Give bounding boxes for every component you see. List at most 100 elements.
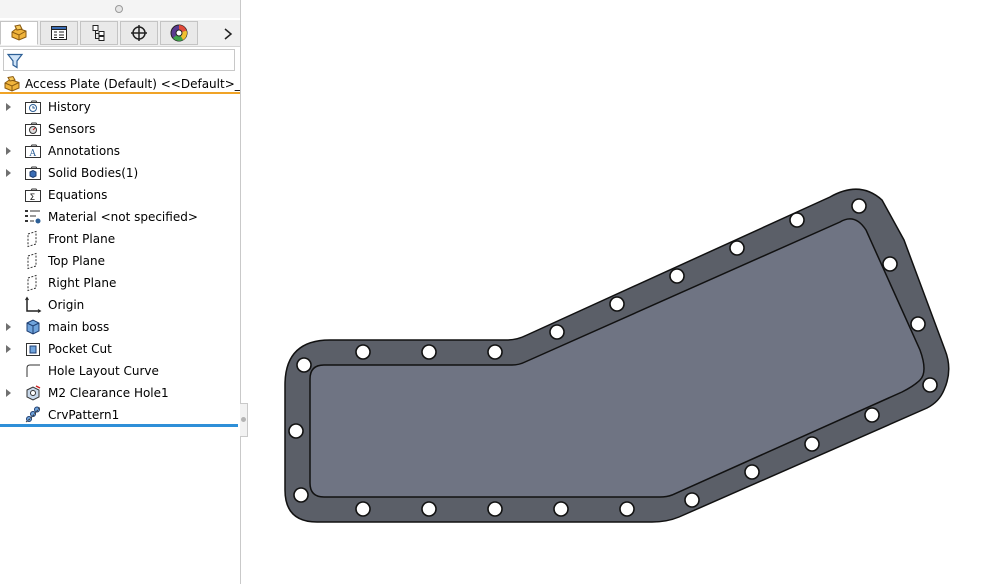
tree-node-material-not-specified[interactable]: Material <not specified>: [0, 206, 240, 228]
clearance-hole[interactable]: [789, 212, 805, 228]
clearance-hole[interactable]: [293, 487, 309, 503]
solid-bodies-folder-icon: [25, 166, 41, 180]
clearance-hole[interactable]: [421, 501, 437, 517]
tree-node-label: Pocket Cut: [48, 342, 112, 356]
hole-wizard-icon: [26, 385, 41, 401]
tree-node-top-plane[interactable]: Top Plane: [0, 250, 240, 272]
feature-tree-filter[interactable]: [3, 49, 235, 71]
history-folder-icon: [25, 100, 41, 114]
dimxpert-manager-tab-icon: [131, 25, 147, 41]
clearance-hole[interactable]: [804, 436, 820, 452]
clearance-hole[interactable]: [669, 268, 685, 284]
boss-extrude-icon: [26, 319, 40, 335]
svg-text:A: A: [29, 149, 37, 159]
clearance-hole[interactable]: [684, 492, 700, 508]
clearance-hole[interactable]: [487, 501, 503, 517]
clearance-hole[interactable]: [355, 501, 371, 517]
feature-manager-panel: Access Plate (Default) <<Default>_Displa…: [0, 0, 241, 584]
tree-node-sensors[interactable]: Sensors: [0, 118, 240, 140]
tree-node-label: main boss: [48, 320, 110, 334]
plane-icon: [27, 252, 37, 270]
clearance-hole[interactable]: [851, 198, 867, 214]
origin-icon: [25, 296, 42, 313]
drag-handle-dot: [115, 5, 123, 13]
clearance-hole[interactable]: [744, 464, 760, 480]
tree-node-label: History: [48, 100, 91, 114]
chevron-right-icon: [224, 28, 233, 40]
display-manager-tab[interactable]: [160, 21, 198, 45]
configuration-manager-tab[interactable]: [80, 21, 118, 45]
clearance-hole[interactable]: [729, 240, 745, 256]
plane-icon: [27, 274, 37, 292]
part-root-node[interactable]: Access Plate (Default) <<Default>_Displa…: [0, 74, 240, 94]
clearance-hole[interactable]: [910, 316, 926, 332]
svg-text:Σ: Σ: [30, 193, 36, 203]
tree-node-label: Right Plane: [48, 276, 117, 290]
display-manager-tab-icon: [170, 24, 188, 42]
expand-arrow-icon[interactable]: [6, 323, 11, 331]
clearance-hole[interactable]: [864, 407, 880, 423]
tree-node-label: Solid Bodies(1): [48, 166, 139, 180]
graphics-area[interactable]: [242, 0, 998, 584]
tree-node-label: Hole Layout Curve: [48, 364, 159, 378]
tree-node-label: CrvPattern1: [48, 408, 120, 422]
property-manager-tab-icon: [51, 26, 67, 40]
expand-arrow-icon[interactable]: [6, 345, 11, 353]
tree-node-solid-bodies-1[interactable]: Solid Bodies(1): [0, 162, 240, 184]
tree-node-annotations[interactable]: A Annotations: [0, 140, 240, 162]
expand-arrow-icon[interactable]: [6, 103, 11, 111]
tree-node-hole-layout-curve[interactable]: Hole Layout Curve: [0, 360, 240, 382]
clearance-hole[interactable]: [922, 377, 938, 393]
tree-node-label: Top Plane: [48, 254, 105, 268]
tree-node-m2-clearance-hole1[interactable]: M2 Clearance Hole1: [0, 382, 240, 404]
clearance-hole[interactable]: [355, 344, 371, 360]
curve-pattern-icon: [25, 406, 41, 423]
plane-icon: [27, 230, 37, 248]
sensors-folder-icon: [25, 122, 41, 136]
configuration-manager-tab-icon: [92, 25, 105, 41]
rollback-bar[interactable]: [0, 424, 238, 427]
clearance-hole[interactable]: [619, 501, 635, 517]
tree-node-label: Material <not specified>: [48, 210, 198, 224]
cut-extrude-icon: [26, 343, 40, 356]
tab-scroll-right-button[interactable]: [218, 23, 238, 45]
expand-arrow-icon[interactable]: [6, 169, 11, 177]
feature-tree: History Sensors A Annotations Solid Bodies(1…: [0, 96, 240, 426]
property-manager-tab[interactable]: [40, 21, 78, 45]
clearance-hole[interactable]: [421, 344, 437, 360]
tree-node-main-boss[interactable]: main boss: [0, 316, 240, 338]
expand-arrow-icon[interactable]: [6, 147, 11, 155]
expand-arrow-icon[interactable]: [6, 389, 11, 397]
clearance-hole[interactable]: [882, 256, 898, 272]
tree-node-equations[interactable]: Σ Equations: [0, 184, 240, 206]
dimxpert-manager-tab[interactable]: [120, 21, 158, 45]
clearance-hole[interactable]: [553, 501, 569, 517]
manager-tab-bar: [0, 20, 240, 47]
tree-node-label: Sensors: [48, 122, 96, 136]
tree-node-label: Equations: [48, 188, 108, 202]
tree-node-origin[interactable]: Origin: [0, 294, 240, 316]
tree-node-history[interactable]: History: [0, 96, 240, 118]
clearance-hole[interactable]: [288, 423, 304, 439]
part-root-label: Access Plate (Default) <<Default>_Displa…: [25, 77, 240, 91]
part-icon: [4, 75, 20, 92]
tree-node-label: M2 Clearance Hole1: [48, 386, 169, 400]
material-icon: [25, 210, 41, 224]
tree-node-pocket-cut[interactable]: Pocket Cut: [0, 338, 240, 360]
clearance-hole[interactable]: [487, 344, 503, 360]
clearance-hole[interactable]: [549, 324, 565, 340]
feature-manager-tab-icon: [11, 24, 27, 41]
tree-node-right-plane[interactable]: Right Plane: [0, 272, 240, 294]
clearance-hole[interactable]: [609, 296, 625, 312]
clearance-hole[interactable]: [296, 357, 312, 373]
panel-drag-handle[interactable]: [0, 0, 240, 18]
tree-node-crvpattern1[interactable]: CrvPattern1: [0, 404, 240, 426]
feature-manager-tab[interactable]: [0, 21, 38, 45]
tree-node-label: Origin: [48, 298, 85, 312]
tree-node-label: Annotations: [48, 144, 121, 158]
filter-icon: [6, 53, 24, 69]
tree-node-label: Front Plane: [48, 232, 116, 246]
tree-node-front-plane[interactable]: Front Plane: [0, 228, 240, 250]
equations-folder-icon: Σ: [25, 188, 41, 203]
annotations-folder-icon: A: [25, 144, 41, 159]
